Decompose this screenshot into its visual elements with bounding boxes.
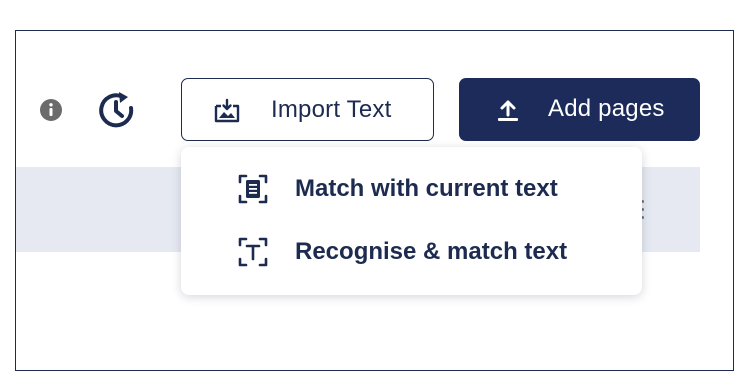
import-text-label: Import Text <box>271 96 392 123</box>
import-text-button[interactable]: Import Text <box>181 78 434 141</box>
menu-item-match-current-text[interactable]: Match with current text <box>181 161 642 217</box>
document-scan-icon <box>238 174 268 204</box>
add-pages-label: Add pages <box>548 95 665 122</box>
history-icon[interactable] <box>95 90 139 130</box>
image-import-icon <box>213 98 241 124</box>
upload-icon <box>495 97 521 123</box>
menu-item-label: Recognise & match text <box>295 238 568 265</box>
menu-item-label: Match with current text <box>295 175 558 202</box>
add-pages-button[interactable]: Add pages <box>459 78 700 141</box>
menu-item-recognise-match-text[interactable]: Recognise & match text <box>181 224 642 280</box>
info-icon[interactable] <box>39 98 63 122</box>
text-recognition-icon <box>238 237 268 267</box>
import-text-menu: Match with current text Recognise & matc… <box>181 147 642 295</box>
